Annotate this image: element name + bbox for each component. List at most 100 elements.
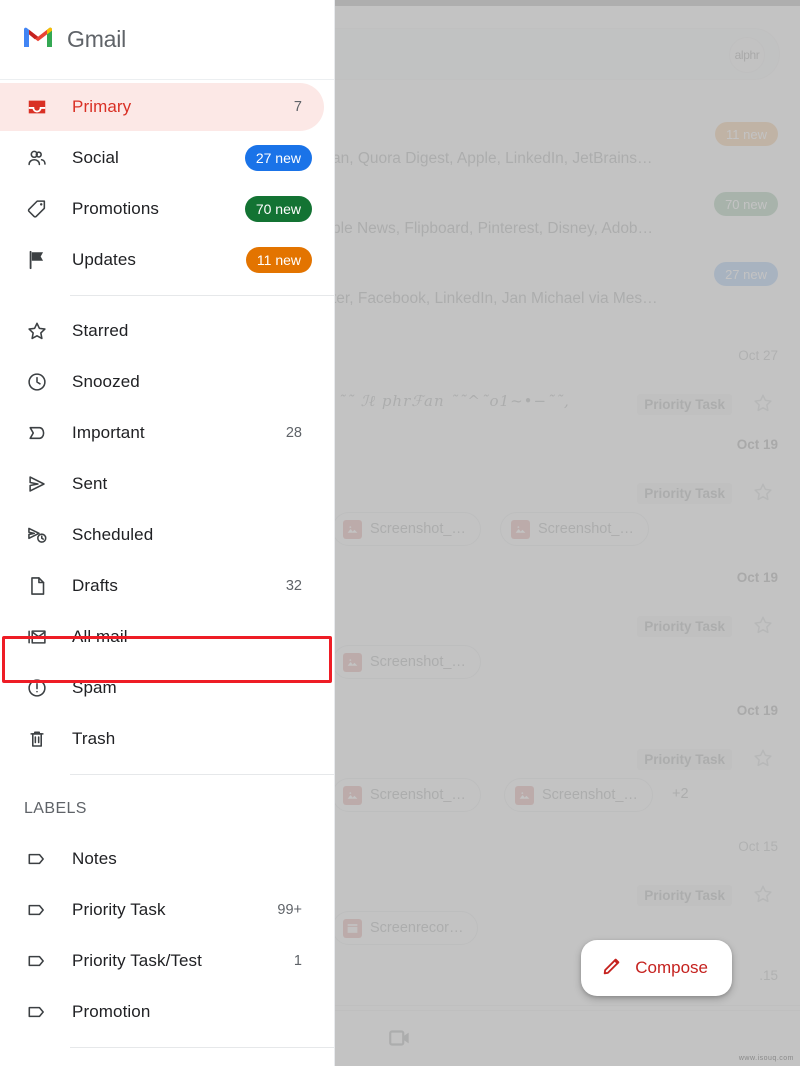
labels-heading: LABELS: [24, 800, 87, 817]
sidebar-item-label: Updates: [72, 250, 137, 269]
trash-icon: [24, 728, 50, 750]
sidebar-item-label: Social: [72, 148, 119, 167]
inbox-icon: [24, 96, 50, 118]
category-snippet[interactable]: ter, Facebook, LinkedIn, Jan Michael via…: [332, 290, 658, 308]
sidebar-item-snoozed[interactable]: Snoozed: [0, 358, 324, 406]
video-file-icon: [343, 918, 362, 938]
attachment-name: Screenshot_…: [370, 654, 466, 670]
thread-date: Oct 15: [738, 839, 778, 854]
item-count: 7: [293, 99, 302, 115]
watermark: www.isouq.com: [738, 1055, 794, 1062]
priority-task-chip[interactable]: Priority Task: [637, 885, 732, 906]
sidebar-item-label: Spam: [72, 678, 117, 697]
sidebar-item-all-mail[interactable]: All mail: [0, 613, 324, 661]
priority-task-chip[interactable]: Priority Task: [637, 616, 732, 637]
star-icon[interactable]: [752, 481, 774, 503]
document-icon: [24, 575, 50, 597]
category-unread-badge: 11 new: [715, 122, 778, 146]
unread-badge: 11 new: [245, 247, 312, 273]
star-icon[interactable]: [752, 883, 774, 905]
sidebar-item-label: Trash: [72, 729, 116, 748]
drawer-folders: Starred Snoozed Important 28 Sent Scheduled Dr…: [0, 307, 334, 763]
image-file-icon: [343, 519, 362, 539]
sidebar-item-label: Sent: [72, 474, 108, 493]
important-chevron-icon: [24, 422, 50, 444]
attachment-name: Screenshot_…: [370, 521, 466, 537]
drawer-divider-1: [70, 295, 334, 296]
sidebar-item-priority-task-test[interactable]: Priority Task/Test 1: [0, 937, 324, 985]
unread-badge: 70 new: [244, 196, 312, 222]
video-call-icon[interactable]: [387, 1025, 413, 1056]
avatar[interactable]: alphr: [729, 37, 765, 73]
clock-icon: [24, 371, 50, 393]
thread-date: Oct 27: [738, 348, 778, 363]
category-unread-badge: 27 new: [714, 262, 778, 286]
attachment-name: Screenshot_…: [542, 787, 638, 803]
image-file-icon: [343, 785, 362, 805]
send-icon: [24, 473, 50, 495]
sidebar-item-updates[interactable]: Updates 11 new: [0, 236, 324, 284]
category-snippet[interactable]: an, Quora Digest, Apple, LinkedIn, JetBr…: [332, 150, 653, 168]
star-outline-icon: [24, 320, 50, 342]
attachment-name: Screenshot_…: [538, 521, 634, 537]
attachment-name: Screenshot_…: [370, 787, 466, 803]
sidebar-item-social[interactable]: Social 27 new: [0, 134, 324, 182]
label-icon: [24, 950, 50, 972]
attachment-chip[interactable]: Screenshot_…: [500, 512, 649, 546]
sidebar-item-label: Important: [72, 423, 145, 442]
sidebar-item-spam[interactable]: Spam: [0, 664, 324, 712]
attachment-chip[interactable]: Screenshot_…: [332, 512, 481, 546]
report-icon: [24, 677, 50, 699]
sidebar-item-label: Promotions: [72, 199, 159, 218]
label-icon: [24, 848, 50, 870]
gmail-m-logo: [22, 25, 54, 54]
sidebar-item-promotion[interactable]: Promotion: [0, 988, 324, 1036]
category-snippet[interactable]: ple News, Flipboard, Pinterest, Disney, …: [332, 220, 653, 238]
pencil-icon: [601, 955, 623, 982]
attachment-chip[interactable]: Screenshot_…: [504, 778, 653, 812]
attachment-chip[interactable]: Screenshot_…: [332, 778, 481, 812]
thread-date: Oct 19: [736, 570, 778, 585]
sidebar-item-primary[interactable]: Primary 7: [0, 83, 324, 131]
sidebar-item-priority-task[interactable]: Priority Task 99+: [0, 886, 324, 934]
item-count: 28: [285, 425, 302, 441]
priority-task-chip[interactable]: Priority Task: [637, 394, 732, 415]
sidebar-item-important[interactable]: Important 28: [0, 409, 324, 457]
attachment-chip[interactable]: Screenshot_…: [332, 645, 481, 679]
compose-label: Compose: [635, 958, 708, 977]
sidebar-item-notes[interactable]: Notes: [0, 835, 324, 883]
people-icon: [24, 147, 50, 169]
category-unread-badge: 70 new: [714, 192, 778, 216]
sidebar-item-sent[interactable]: Sent: [0, 460, 324, 508]
attachment-chip[interactable]: Screenrecor…: [332, 911, 479, 945]
sidebar-item-label: Primary: [72, 97, 132, 116]
sidebar-item-starred[interactable]: Starred: [0, 307, 324, 355]
tag-icon: [24, 198, 50, 220]
attachment-name: Screenrecor…: [370, 920, 464, 936]
priority-task-chip[interactable]: Priority Task: [637, 483, 732, 504]
label-icon: [24, 1001, 50, 1023]
sidebar-item-label: Priority Task: [72, 900, 166, 919]
item-count: 99+: [277, 902, 302, 918]
sidebar-item-drafts[interactable]: Drafts 32: [0, 562, 324, 610]
sidebar-item-label: Drafts: [72, 576, 118, 595]
sidebar-item-promotions[interactable]: Promotions 70 new: [0, 185, 324, 233]
compose-button[interactable]: Compose: [581, 940, 732, 996]
star-icon[interactable]: [752, 614, 774, 636]
label-icon: [24, 899, 50, 921]
thread-date: Oct 19: [736, 703, 778, 718]
star-icon[interactable]: [752, 747, 774, 769]
priority-task-chip[interactable]: Priority Task: [637, 749, 732, 770]
gmail-mobile-screen: alphr an, Quora Digest, Apple, LinkedIn,…: [0, 0, 800, 1066]
star-icon[interactable]: [752, 392, 774, 414]
item-count: 32: [285, 578, 302, 594]
sidebar-item-trash[interactable]: Trash: [0, 715, 324, 763]
sidebar-item-scheduled[interactable]: Scheduled: [0, 511, 324, 559]
all-mail-icon: [24, 626, 50, 648]
image-file-icon: [515, 785, 534, 805]
thread-date: .15: [759, 968, 778, 983]
drawer-categories: Primary 7 Social 27 new Promotions 70 new Upda…: [0, 83, 334, 284]
flag-filled-icon: [24, 249, 50, 271]
handwriting-snippet: ˜˜ ℐℓ phrℱan ˜˜^˜o1~•−˜˜,: [338, 392, 570, 410]
schedule-send-icon: [24, 524, 50, 546]
